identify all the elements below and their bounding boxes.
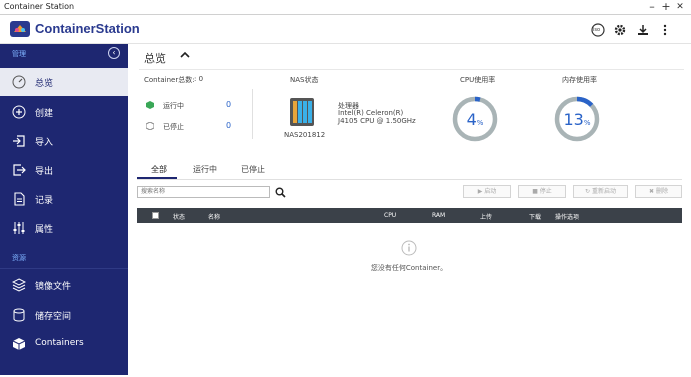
sidebar-item-label: 导出 [35, 167, 54, 177]
layers-icon [12, 278, 26, 292]
search-input[interactable] [137, 186, 270, 198]
running-label: 运行中 [163, 102, 184, 110]
container-total-label: Container总数: [144, 76, 195, 84]
column-ram[interactable]: RAM [432, 212, 445, 219]
search-icon[interactable] [275, 187, 286, 198]
sidebar-item-label: 镜像文件 [35, 282, 72, 292]
cpu-usage-value: 4% [466, 110, 484, 129]
sidebar-item-containers[interactable]: Containers [0, 330, 128, 358]
vertical-divider [252, 89, 253, 139]
sidebar-item-log[interactable]: 记录 [0, 185, 128, 213]
start-button[interactable]: ▶ 启动 [463, 185, 511, 198]
tab-stopped[interactable]: 已停止 [241, 164, 265, 175]
create-icon [12, 105, 26, 119]
memory-usage-value: 13% [563, 110, 591, 129]
collapse-sidebar-icon[interactable]: ‹ [108, 47, 120, 59]
sidebar-item-label: 导入 [35, 138, 54, 148]
sidebar-item-label: 储存空间 [35, 312, 72, 322]
divider [137, 179, 682, 180]
sidebar-item-export[interactable]: 导出 [0, 156, 128, 184]
delete-button[interactable]: ✖ 删除 [635, 185, 682, 198]
stop-button[interactable]: ■ 停止 [518, 185, 566, 198]
running-icon [146, 101, 154, 109]
sidebar-item-storage[interactable]: 储存空间 [0, 301, 128, 329]
sidebar-item-overview[interactable]: 总览 [0, 68, 128, 96]
sidebar-item-images[interactable]: 镜像文件 [0, 271, 128, 299]
notification-icon[interactable]: iso [591, 23, 605, 37]
column-status[interactable]: 状态 [173, 212, 185, 221]
memory-usage-label: 内存使用率 [562, 76, 597, 84]
sidebar-item-label: 记录 [35, 196, 54, 206]
column-upload[interactable]: 上传 [480, 212, 492, 221]
stopped-icon [146, 122, 154, 130]
sidebar-item-label: Containers [35, 338, 84, 348]
main-panel: 总览 Container总数: : 0 运行中 0 已停止 0 NAS状态 NA… [129, 44, 691, 377]
table-header: 状态 名称 CPU RAM 上传 下载 操作选项 [137, 208, 682, 223]
app-header: ContainerStation iso [0, 15, 691, 44]
notification-badge: iso [593, 27, 601, 33]
storage-icon [13, 308, 25, 322]
container-total-value: : 0 [194, 75, 204, 83]
nas-device-icon [290, 98, 314, 126]
tab-all[interactable]: 全部 [151, 164, 167, 175]
minimize-button[interactable]: – [646, 0, 658, 14]
empty-state-message: 您没有任何Container。 [370, 264, 448, 272]
running-count[interactable]: 0 [226, 100, 231, 109]
stopped-label: 已停止 [163, 123, 184, 131]
sidebar-item-create[interactable]: 创建 [0, 98, 128, 126]
nas-status-label: NAS状态 [290, 76, 319, 84]
column-download[interactable]: 下载 [529, 212, 541, 221]
nas-name: NAS201812 [284, 131, 326, 139]
column-cpu[interactable]: CPU [384, 212, 396, 219]
container-icon [12, 338, 26, 350]
collapse-overview-icon[interactable] [179, 49, 191, 61]
container-station-logo [10, 21, 30, 37]
more-icon[interactable] [658, 23, 672, 37]
stopped-count[interactable]: 0 [226, 121, 231, 130]
column-name[interactable]: 名称 [208, 212, 220, 221]
properties-icon [13, 222, 25, 234]
close-button[interactable]: ✕ [674, 0, 686, 14]
log-icon [14, 192, 25, 206]
cpu-usage-label: CPU使用率 [460, 76, 496, 84]
dashboard-icon [12, 75, 26, 89]
export-icon [13, 164, 26, 176]
column-actions: 操作选项 [555, 214, 580, 221]
import-icon [13, 135, 25, 147]
select-all-checkbox[interactable] [152, 212, 159, 219]
sidebar-section-manage: 管理 [12, 50, 26, 58]
processor-line1: Intel(R) Celeron(R) [338, 109, 404, 117]
window-title: Container Station [4, 2, 75, 11]
window-titlebar: Container Station – + ✕ [0, 0, 691, 15]
sidebar-section-resources: 资源 [12, 254, 26, 262]
sidebar-item-label: 总览 [35, 79, 54, 89]
divider [139, 69, 684, 70]
page-title: 总览 [144, 52, 166, 65]
app-brand: ContainerStation [35, 21, 140, 36]
sidebar-item-properties[interactable]: 属性 [0, 214, 128, 242]
sidebar-item-label: 属性 [35, 225, 54, 235]
download-icon[interactable] [636, 23, 650, 37]
sidebar-item-import[interactable]: 导入 [0, 127, 128, 155]
settings-icon[interactable] [613, 23, 627, 37]
maximize-button[interactable]: + [660, 0, 672, 14]
tab-running[interactable]: 运行中 [193, 164, 217, 175]
restart-button[interactable]: ↻ 重新启动 [573, 185, 628, 198]
sidebar-divider [0, 268, 128, 269]
sidebar-item-label: 创建 [35, 109, 54, 119]
info-icon [401, 240, 417, 256]
processor-line2: J4105 CPU @ 1.50GHz [338, 117, 416, 125]
sidebar: 管理 ‹ 总览 创建 导入 导出 记录 属性 资源 镜像文件 储存空间 Cont… [0, 44, 128, 375]
